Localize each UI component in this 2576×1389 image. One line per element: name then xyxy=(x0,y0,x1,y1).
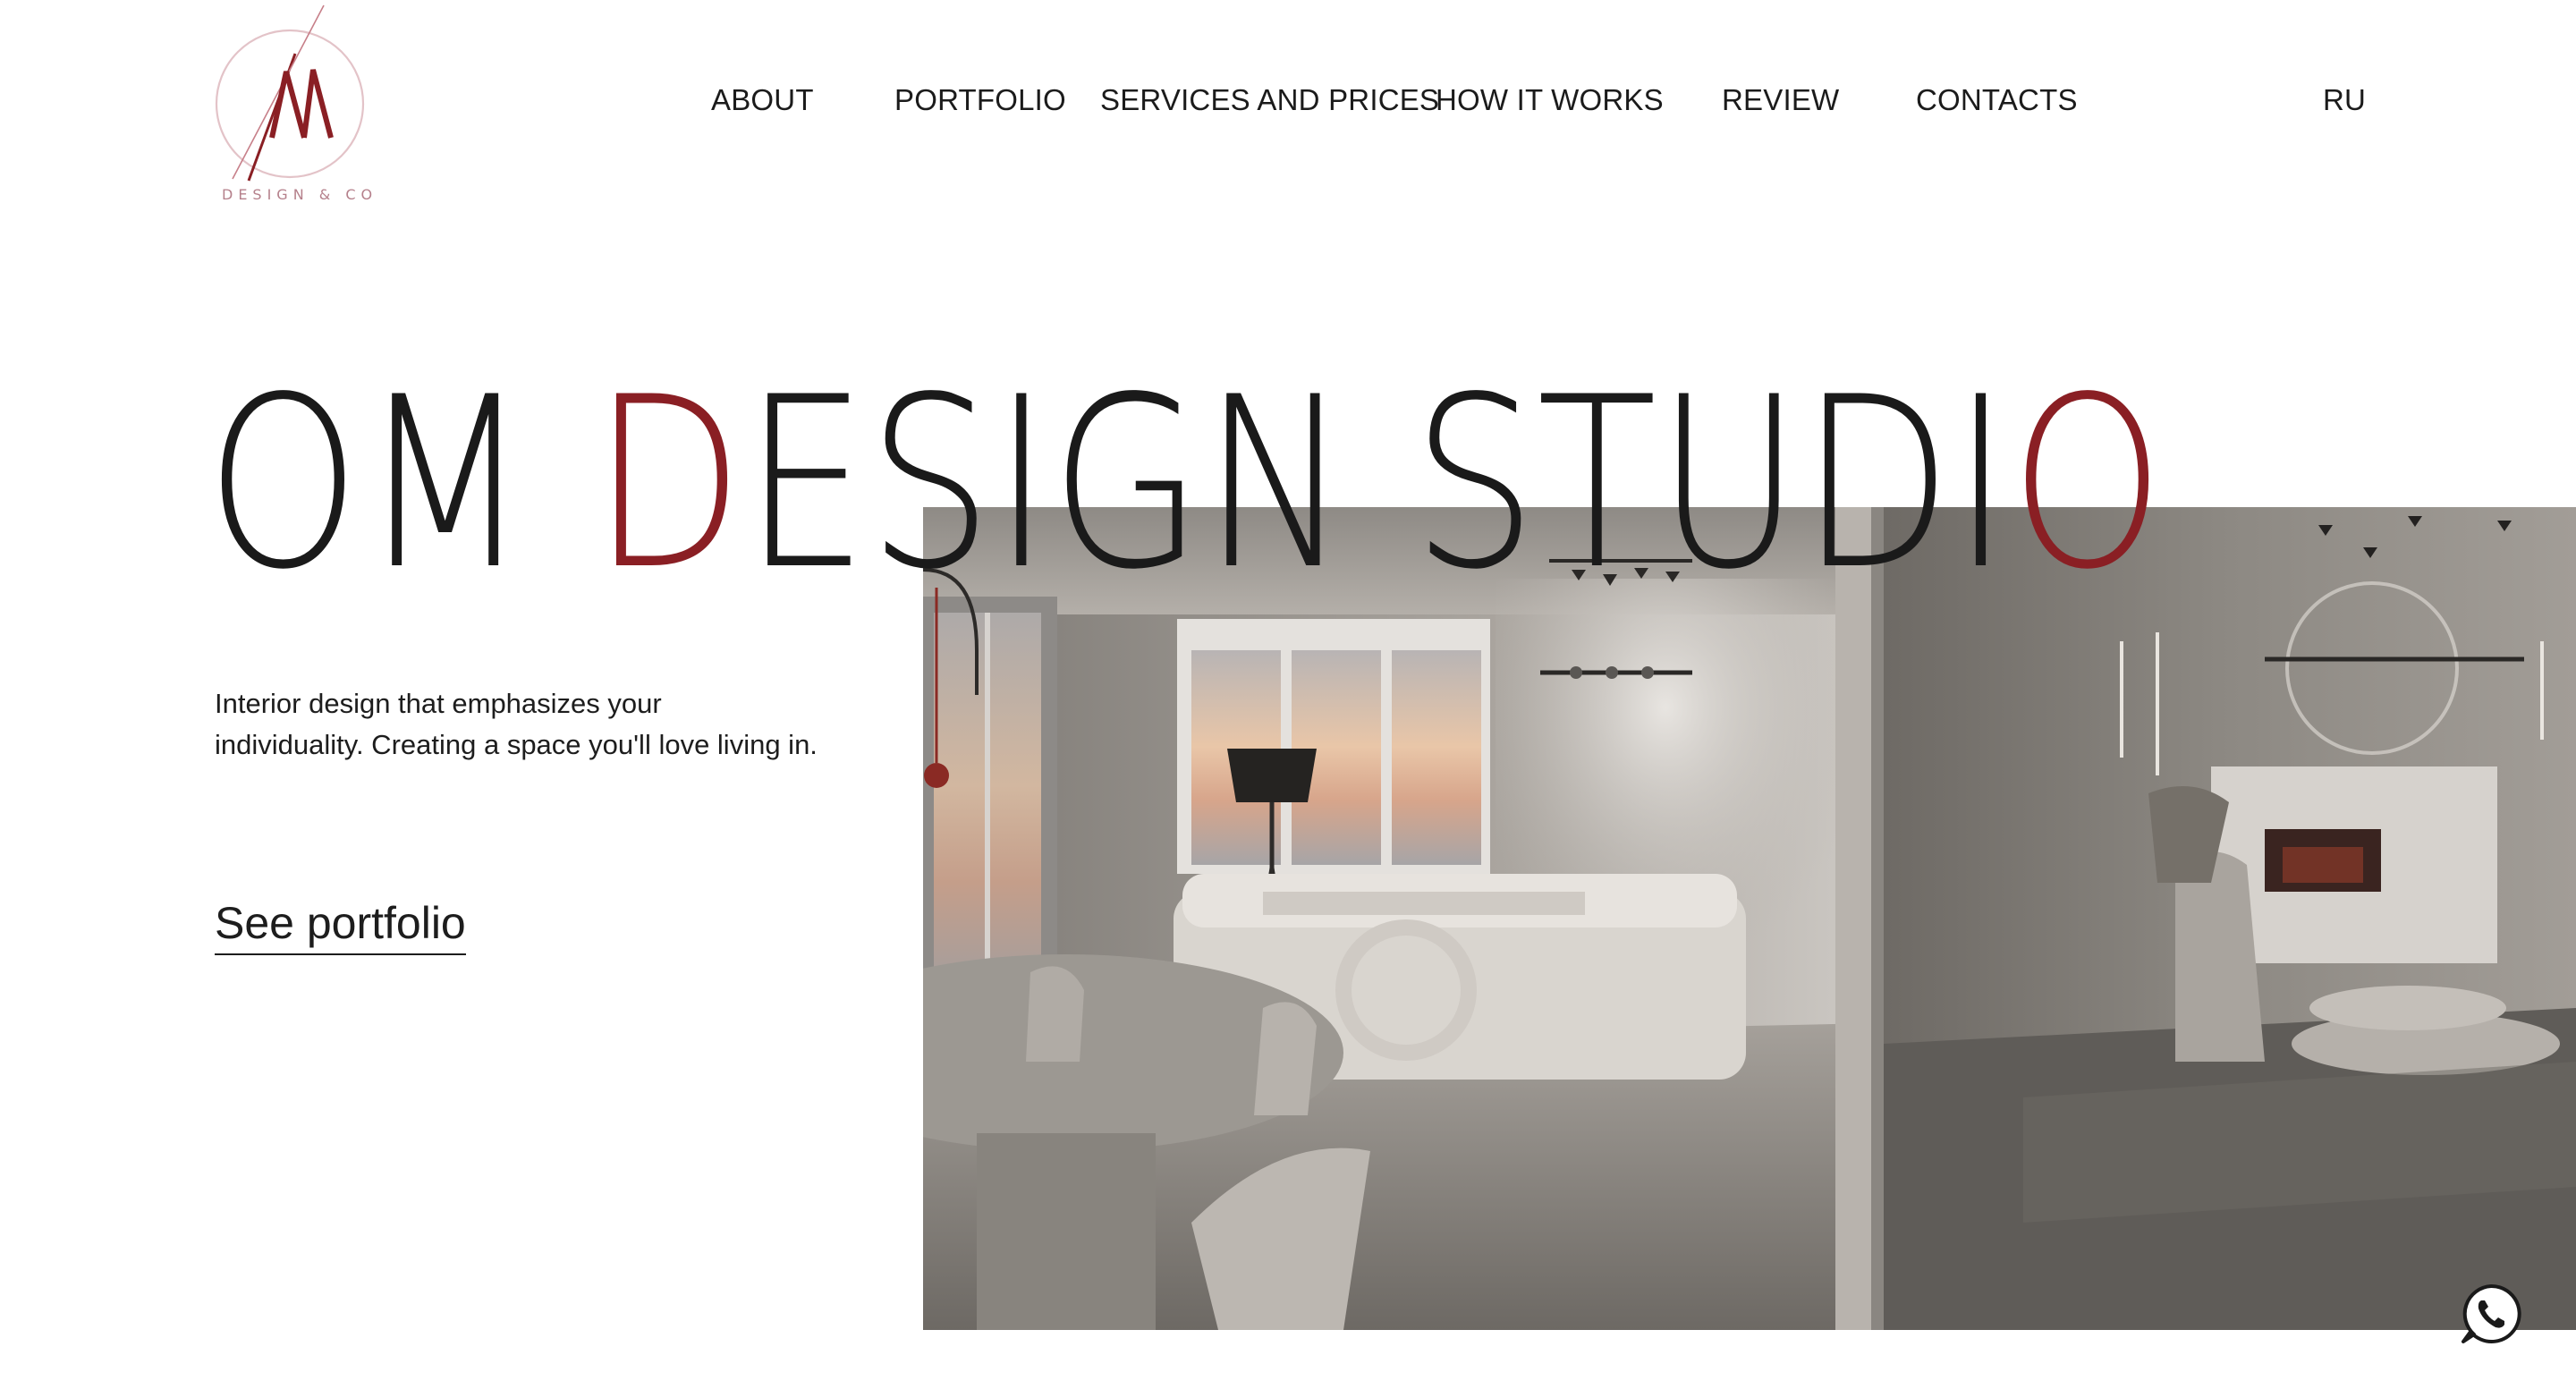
hero-title-text: OM DESIGN STUDIO xyxy=(206,347,2165,622)
interior-render-illustration xyxy=(923,507,2576,1330)
main-nav: ABOUT PORTFOLIO SERVICES AND PRICES HOW … xyxy=(0,82,2576,118)
whatsapp-icon[interactable] xyxy=(2460,1283,2522,1345)
hero-interior-image xyxy=(923,507,2576,1330)
hero-title-accent-o: O xyxy=(2010,347,2165,622)
nav-item-services[interactable]: SERVICES AND PRICES xyxy=(1100,82,1439,118)
nav-item-portfolio[interactable]: PORTFOLIO xyxy=(894,82,1066,118)
page: DESIGN & CO ABOUT PORTFOLIO SERVICES AND… xyxy=(0,0,2576,1389)
logo-caption: DESIGN & CO xyxy=(222,186,378,203)
language-switch[interactable]: RU xyxy=(2323,82,2366,118)
hero-title-part1: OM xyxy=(206,347,592,622)
nav-item-about[interactable]: ABOUT xyxy=(711,82,814,118)
svg-text:OM DESIGN STUDIO: OM DESIGN STUDIO xyxy=(206,347,2165,622)
hero-title-part2: ESIGN STUDI xyxy=(743,347,2010,622)
hero-tagline: Interior design that emphasizes your ind… xyxy=(215,683,894,766)
nav-item-how-it-works[interactable]: HOW IT WORKS xyxy=(1436,82,1664,118)
hero-tagline-line-1: Interior design that emphasizes your xyxy=(215,688,662,719)
hero-title-accent-d: D xyxy=(592,347,743,622)
see-portfolio-link[interactable]: See portfolio xyxy=(215,894,466,955)
hero-title: OM DESIGN STUDIO xyxy=(206,347,2442,622)
hero-tagline-line-2: individuality. Creating a space you'll l… xyxy=(215,729,818,760)
nav-item-review[interactable]: REVIEW xyxy=(1722,82,1839,118)
nav-item-contacts[interactable]: CONTACTS xyxy=(1916,82,2078,118)
